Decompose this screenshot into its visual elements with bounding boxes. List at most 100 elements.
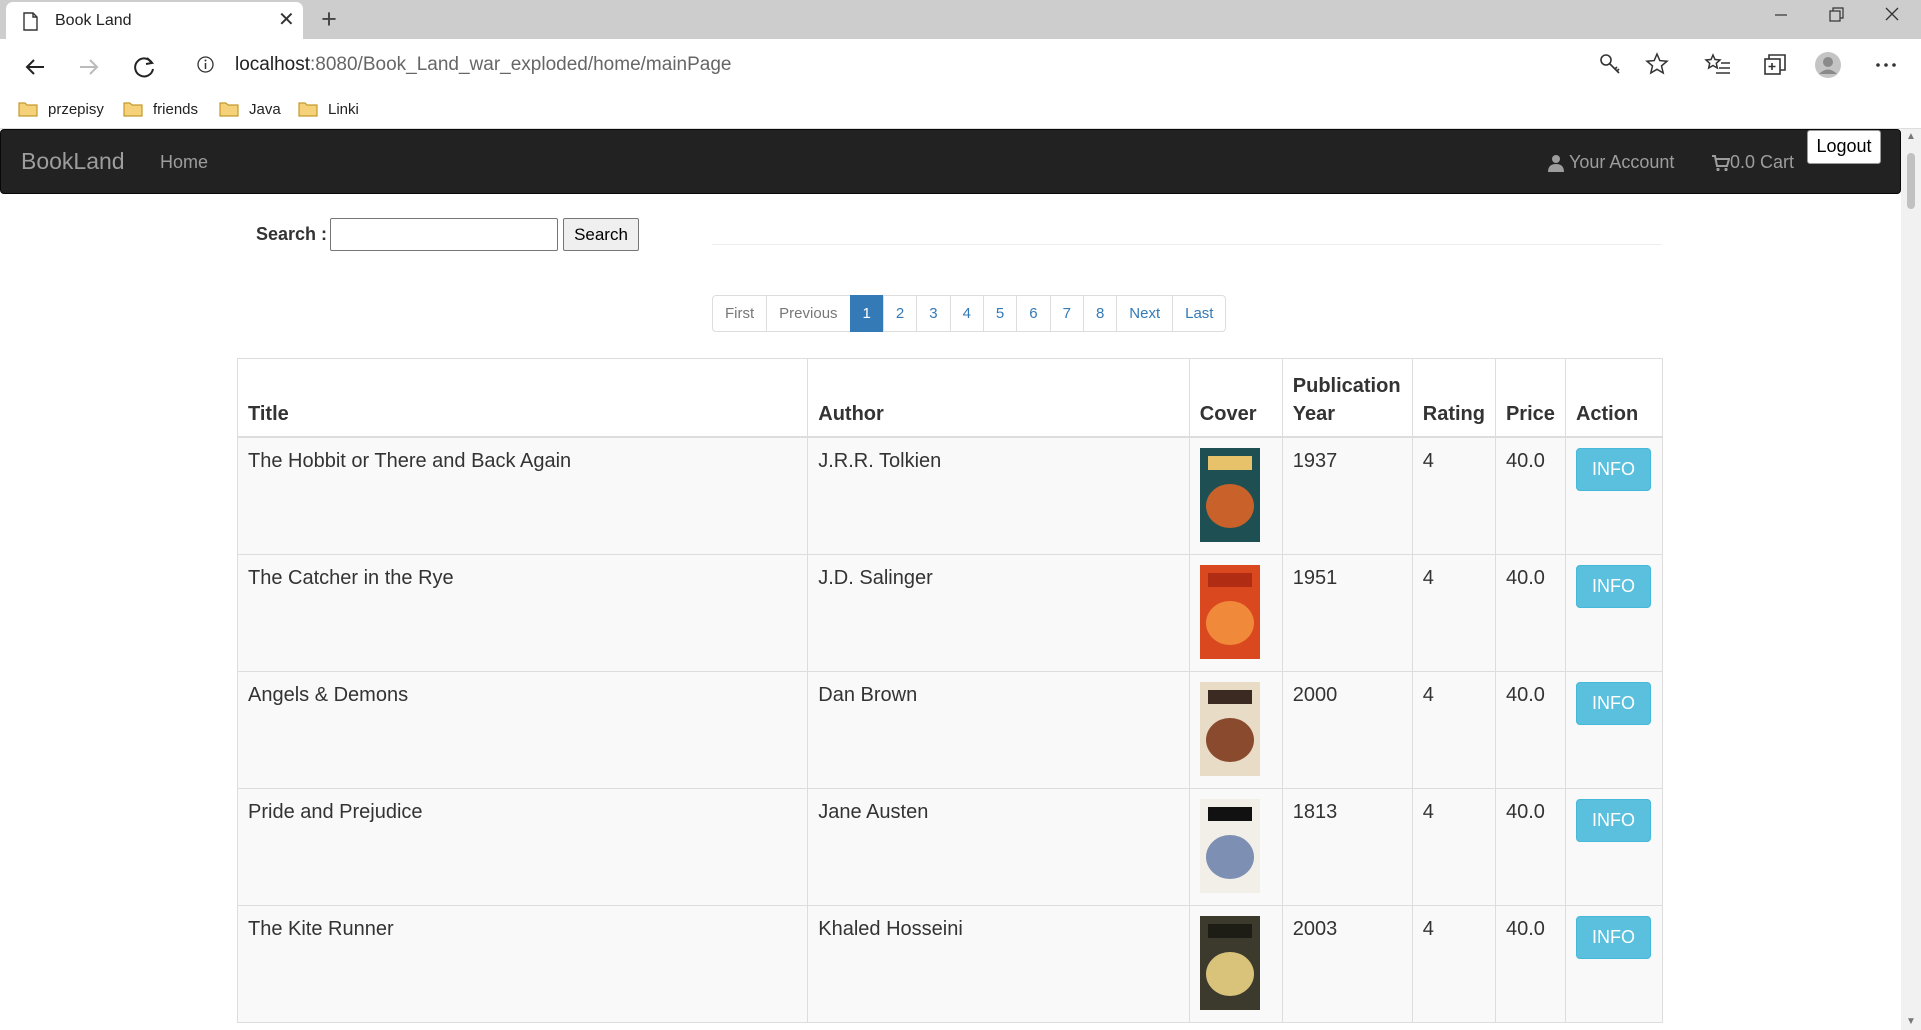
book-cover-cell xyxy=(1188,787,1283,906)
book-rating: 4 xyxy=(1411,670,1496,789)
page-previous[interactable]: Previous xyxy=(766,295,851,332)
books-table: Title Author Cover Publication Year Ratin… xyxy=(236,358,1664,1023)
tab-title: Book Land xyxy=(55,12,132,29)
profile-avatar-icon[interactable] xyxy=(1814,51,1842,79)
folder-icon xyxy=(123,102,143,117)
reload-icon[interactable] xyxy=(128,50,162,84)
bookmark-folder[interactable]: Linki xyxy=(298,97,359,121)
tab-strip: Book Land ✕ + xyxy=(0,0,1921,39)
book-action-cell: INFO xyxy=(1564,787,1664,906)
search-label: Search : xyxy=(256,224,328,244)
scrollbar-thumb[interactable] xyxy=(1907,153,1915,209)
book-year: 2000 xyxy=(1281,670,1413,789)
site-navbar: BookLand Home Your Account 0.0 Cart Logo… xyxy=(0,129,1901,194)
book-action-cell: INFO xyxy=(1564,670,1664,789)
user-icon xyxy=(1548,154,1564,172)
book-action-cell: INFO xyxy=(1564,436,1664,555)
bookmark-folder[interactable]: Java xyxy=(219,97,281,121)
bookmark-label: friends xyxy=(153,100,199,118)
url-path: :8080/Book_Land_war_exploded/home/mainPa… xyxy=(310,54,732,75)
book-cover-image[interactable] xyxy=(1199,564,1260,659)
info-button[interactable]: INFO xyxy=(1575,798,1651,842)
bookmark-label: Java xyxy=(249,100,281,118)
divider xyxy=(712,244,1662,245)
book-cover-image[interactable] xyxy=(1199,798,1260,893)
folder-icon xyxy=(219,102,239,117)
table-row: The Hobbit or There and Back Again J.R.R.… xyxy=(236,436,1664,555)
key-icon[interactable] xyxy=(1598,52,1622,76)
bookmark-label: przepisy xyxy=(48,100,104,118)
table-row: The Catcher in the Rye J.D. Salinger 1951 4… xyxy=(236,553,1664,672)
collections-icon[interactable] xyxy=(1761,51,1789,79)
info-button[interactable]: INFO xyxy=(1575,681,1651,725)
favorite-star-icon[interactable] xyxy=(1645,52,1669,76)
brand-link[interactable]: BookLand xyxy=(21,148,125,175)
page-2[interactable]: 2 xyxy=(882,295,918,332)
book-action-cell: INFO xyxy=(1564,904,1664,1023)
nav-home-link[interactable]: Home xyxy=(160,152,208,173)
book-year: 2003 xyxy=(1281,904,1413,1023)
nav-account-link[interactable]: Your Account xyxy=(1547,152,1674,173)
book-cover-image[interactable] xyxy=(1199,447,1260,542)
site-info-icon[interactable] xyxy=(197,56,214,73)
book-cover-image[interactable] xyxy=(1199,915,1260,1010)
book-rating: 4 xyxy=(1411,553,1496,672)
favorites-list-icon[interactable] xyxy=(1704,51,1732,79)
header-cover: Cover xyxy=(1188,358,1283,438)
nav-cart-link[interactable]: 0.0 Cart xyxy=(1712,152,1794,173)
book-title: The Kite Runner xyxy=(236,904,809,1023)
scroll-up-icon[interactable]: ▲ xyxy=(1906,132,1916,142)
book-cover-cell xyxy=(1188,553,1283,672)
minimize-icon[interactable] xyxy=(1753,0,1809,32)
more-options-icon[interactable] xyxy=(1872,51,1900,79)
cart-icon xyxy=(1712,154,1730,171)
browser-tab[interactable]: Book Land ✕ xyxy=(6,2,303,39)
address-bar[interactable]: localhost:8080/Book_Land_war_exploded/ho… xyxy=(180,45,1680,83)
close-tab-icon[interactable]: ✕ xyxy=(278,10,295,30)
table-header-row: Title Author Cover Publication Year Ratin… xyxy=(236,358,1664,438)
bookmark-label: Linki xyxy=(328,100,359,118)
bookmark-folder[interactable]: przepisy xyxy=(18,97,104,121)
page-scrollbar[interactable]: ▲ ▼ xyxy=(1901,129,1921,1030)
table-row: The Kite Runner Khaled Hosseini 2003 4 40.0 I… xyxy=(236,904,1664,1023)
page-first[interactable]: First xyxy=(712,295,768,332)
page-3[interactable]: 3 xyxy=(916,295,951,332)
search-button[interactable]: Search xyxy=(563,218,639,251)
page-8[interactable]: 8 xyxy=(1082,295,1118,332)
book-cover-image[interactable] xyxy=(1199,681,1260,776)
header-rating: Rating xyxy=(1411,358,1496,438)
book-price: 40.0 xyxy=(1494,904,1566,1023)
page-last[interactable]: Last xyxy=(1172,295,1227,332)
restore-icon[interactable] xyxy=(1808,0,1864,32)
close-window-icon[interactable] xyxy=(1864,0,1920,32)
scroll-down-icon[interactable]: ▼ xyxy=(1906,1017,1916,1027)
page-1[interactable]: 1 xyxy=(849,295,884,332)
book-author: Dan Brown xyxy=(807,670,1190,789)
book-rating: 4 xyxy=(1411,904,1496,1023)
info-button[interactable]: INFO xyxy=(1575,564,1651,608)
url-host: localhost xyxy=(235,54,310,75)
book-year: 1951 xyxy=(1281,553,1413,672)
search-input[interactable] xyxy=(330,218,558,251)
url-text[interactable]: localhost:8080/Book_Land_war_exploded/ho… xyxy=(235,54,731,76)
page-viewport: BookLand Home Your Account 0.0 Cart Logo… xyxy=(0,129,1921,1030)
forward-icon[interactable] xyxy=(72,50,106,84)
page-5[interactable]: 5 xyxy=(982,295,1018,332)
header-title: Title xyxy=(236,358,809,438)
book-rating: 4 xyxy=(1411,436,1496,555)
page-7[interactable]: 7 xyxy=(1049,295,1084,332)
info-button[interactable]: INFO xyxy=(1575,915,1651,959)
pagination: First Previous 1 2 3 4 5 6 7 8 Next Last xyxy=(712,295,1227,332)
new-tab-icon[interactable]: + xyxy=(314,4,344,34)
book-action-cell: INFO xyxy=(1564,553,1664,672)
bookmark-folder[interactable]: friends xyxy=(123,97,198,121)
book-price: 40.0 xyxy=(1494,787,1566,906)
nav-account-label: Your Account xyxy=(1569,152,1675,172)
back-icon[interactable] xyxy=(18,50,52,84)
page-next[interactable]: Next xyxy=(1116,295,1174,332)
info-button[interactable]: INFO xyxy=(1575,447,1651,491)
header-price: Price xyxy=(1494,358,1566,438)
page-4[interactable]: 4 xyxy=(949,295,984,332)
page-6[interactable]: 6 xyxy=(1016,295,1051,332)
logout-button[interactable]: Logout xyxy=(1807,130,1881,164)
